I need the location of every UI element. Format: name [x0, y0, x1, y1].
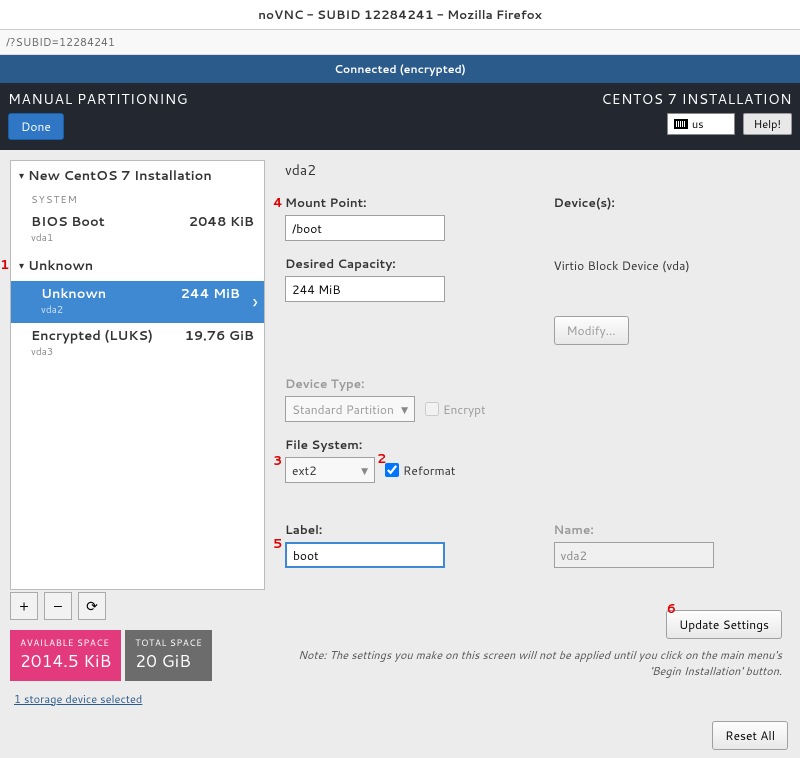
window-title: noVNC - SUBID 12284241 - Mozilla Firefox [0, 0, 800, 30]
mount-point-label: Mount Point: [285, 194, 514, 211]
reformat-checkbox[interactable] [385, 463, 399, 477]
keyboard-layout-selector[interactable]: us [667, 113, 735, 135]
encrypt-checkbox[interactable] [425, 402, 439, 416]
device-type-label: Device Type: [285, 375, 782, 392]
name-label: Name: [554, 521, 783, 538]
name-input[interactable] [554, 542, 714, 568]
vnc-status-bar: Connected (encrypted) [0, 55, 800, 83]
caret-down-icon: ▼ [361, 464, 368, 477]
help-button[interactable]: Help! [743, 113, 792, 135]
file-system-select[interactable]: ext2 ▼ [285, 457, 375, 483]
annotation-4: 4 [273, 194, 283, 212]
desired-capacity-label: Desired Capacity: [285, 255, 514, 272]
note-text: Note: The settings you make on this scre… [285, 647, 782, 679]
annotation-5: 5 [273, 535, 282, 553]
device-type-select[interactable]: Standard Partition ▼ [285, 396, 415, 422]
remove-partition-button[interactable]: – [44, 592, 72, 620]
reformat-checkbox-label[interactable]: Reformat [385, 462, 455, 479]
total-space-badge: TOTAL SPACE 20 GiB [125, 630, 212, 681]
add-partition-button[interactable]: + [10, 592, 38, 620]
reload-button[interactable]: ⟳ [78, 592, 106, 620]
tree-header-unknown[interactable]: ▾ Unknown [11, 251, 264, 281]
tree-section-system: SYSTEM [11, 191, 264, 209]
keyboard-icon [674, 119, 688, 129]
annotation-6: 6 [667, 600, 676, 618]
file-system-label: File System: [285, 436, 782, 453]
partition-tree: ▾ New CentOS 7 Installation SYSTEM BIOS … [10, 160, 265, 590]
keyboard-layout-label: us [692, 116, 704, 132]
available-space-badge: AVAILABLE SPACE 2014.5 KiB [10, 630, 121, 681]
panel-title: vda2 [285, 160, 782, 180]
url-bar: /?SUBID=12284241 [0, 30, 800, 55]
tree-item-bios-boot[interactable]: BIOS Boot vda1 2048 KiB [11, 209, 264, 251]
anaconda-header: MANUAL PARTITIONING Done CENTOS 7 INSTAL… [0, 83, 800, 150]
annotation-2: 2 [377, 450, 386, 468]
desired-capacity-input[interactable] [285, 276, 445, 302]
annotation-3: 3 [273, 452, 282, 470]
modify-button[interactable]: Modify... [554, 316, 629, 345]
label-input[interactable] [285, 542, 445, 568]
update-settings-button[interactable]: Update Settings [666, 610, 782, 639]
device-text: Virtio Block Device (vda) [554, 257, 783, 274]
devices-label: Device(s): [554, 194, 783, 211]
tree-item-vda3[interactable]: Encrypted (LUKS) vda3 19.76 GiB [11, 323, 264, 365]
annotation-1: 1 [0, 256, 9, 274]
storage-devices-link[interactable]: 1 storage device selected [10, 691, 265, 707]
reset-all-button[interactable]: Reset All [712, 721, 788, 750]
caret-down-icon: ▼ [401, 403, 408, 416]
tree-header-new-install[interactable]: ▾ New CentOS 7 Installation [11, 161, 264, 191]
encrypt-checkbox-label[interactable]: Encrypt [425, 401, 486, 418]
install-title: CENTOS 7 INSTALLATION [601, 89, 792, 109]
mount-point-input[interactable] [285, 215, 445, 241]
done-button[interactable]: Done [8, 113, 64, 140]
label-label: Label: [285, 521, 514, 538]
tree-item-vda2[interactable]: Unknown vda2 244 MiB [11, 281, 264, 323]
page-title: MANUAL PARTITIONING [8, 89, 188, 109]
chevron-down-icon: ▾ [19, 169, 24, 183]
chevron-down-icon: ▾ [19, 259, 24, 273]
